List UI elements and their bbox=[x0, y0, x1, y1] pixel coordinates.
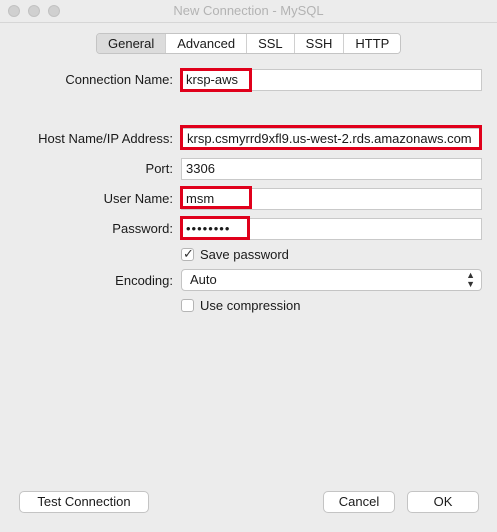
save-password-label: Save password bbox=[200, 247, 289, 262]
ok-button[interactable]: OK bbox=[407, 491, 479, 513]
password-field[interactable]: •••••••• bbox=[181, 218, 482, 240]
password-label: Password: bbox=[112, 221, 173, 236]
encoding-select[interactable]: Auto ▲ ▼ bbox=[181, 269, 482, 291]
save-password-checkbox[interactable]: ✓ bbox=[181, 246, 194, 261]
connection-name-field[interactable]: krsp-aws bbox=[181, 69, 482, 91]
tab-general[interactable]: General bbox=[97, 34, 167, 53]
connection-name-label: Connection Name: bbox=[65, 72, 173, 87]
checkmark-icon: ✓ bbox=[183, 246, 194, 261]
user-name-label: User Name: bbox=[103, 191, 173, 206]
chevron-up-down-icon: ▲ ▼ bbox=[466, 270, 475, 289]
port-field[interactable]: 3306 bbox=[181, 158, 482, 180]
tab-ssl[interactable]: SSL bbox=[247, 34, 295, 53]
window-title: New Connection - MySQL bbox=[173, 3, 324, 18]
encoding-label: Encoding: bbox=[115, 273, 173, 288]
user-name-field[interactable]: msm bbox=[181, 188, 482, 210]
tab-bar: General Advanced SSL SSH HTTP bbox=[96, 33, 402, 54]
port-label: Port: bbox=[145, 161, 173, 176]
title-bar: New Connection - MySQL bbox=[0, 0, 497, 23]
tab-advanced[interactable]: Advanced bbox=[166, 34, 248, 53]
use-compression-checkbox[interactable] bbox=[181, 299, 194, 312]
encoding-value: Auto bbox=[190, 272, 217, 287]
test-connection-button[interactable]: Test Connection bbox=[19, 491, 149, 513]
use-compression-label: Use compression bbox=[200, 298, 301, 313]
tab-ssh[interactable]: SSH bbox=[294, 34, 345, 53]
cancel-button[interactable]: Cancel bbox=[323, 491, 395, 513]
host-field[interactable]: krsp.csmyrrd9xfl9.us-west-2.rds.amazonaw… bbox=[181, 128, 482, 150]
tab-http[interactable]: HTTP bbox=[344, 34, 401, 53]
host-label: Host Name/IP Address: bbox=[38, 131, 173, 146]
